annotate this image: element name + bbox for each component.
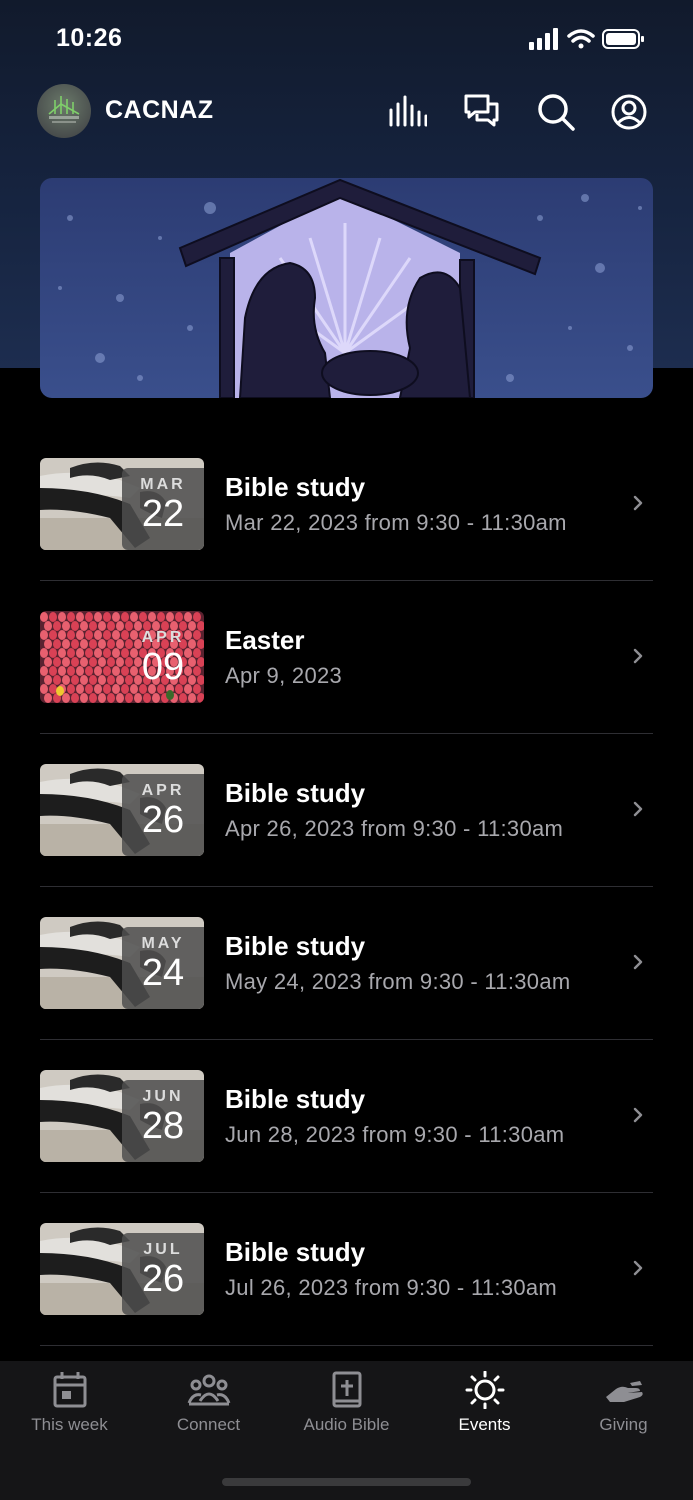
- event-title: Bible study: [225, 1237, 366, 1267]
- audio-levels-icon[interactable]: [387, 92, 427, 132]
- events-list: MAR 22 Bible study Mar 22, 2023 from 9:30 -…: [40, 428, 653, 1346]
- tab-label: Giving: [599, 1415, 648, 1434]
- tab-audio-bible[interactable]: Audio Bible: [277, 1371, 416, 1451]
- tab-this-week[interactable]: This week: [0, 1371, 139, 1451]
- event-day: 28: [141, 1105, 185, 1147]
- status-bar: 10:26: [0, 0, 693, 78]
- app-title: CACNAZ: [105, 96, 214, 124]
- event-thumbnail: MAR 22: [40, 458, 204, 550]
- event-row[interactable]: JUL 26 Bible study Jul 26, 2023 from 9:30 -…: [40, 1193, 653, 1346]
- chevron-right-icon: [633, 648, 643, 664]
- bible-icon: [332, 1371, 361, 1408]
- tab-label: This week: [31, 1415, 108, 1434]
- event-datetime: Jul 26, 2023 from 9:30 - 11:30am: [225, 1275, 558, 1300]
- event-date-badge: MAY 24: [122, 927, 204, 1009]
- event-month: APR: [141, 782, 185, 799]
- event-row[interactable]: APR 26 Bible study Apr 26, 2023 from 9:30 -…: [40, 734, 653, 887]
- event-row[interactable]: MAY 24 Bible study May 24, 2023 from 9:30 -…: [40, 887, 653, 1040]
- event-date-badge: MAR 22: [122, 468, 204, 550]
- tab-giving[interactable]: Giving: [554, 1371, 693, 1451]
- status-time: 10:26: [56, 24, 123, 52]
- event-day: 22: [141, 493, 185, 535]
- event-row[interactable]: JUN 28 Bible study Jun 28, 2023 from 9:30 -…: [40, 1040, 653, 1193]
- event-month: JUN: [142, 1088, 184, 1105]
- event-day: 26: [141, 1258, 185, 1300]
- chevron-right-icon: [633, 495, 643, 511]
- signal-icon: [529, 28, 558, 50]
- event-date-badge: APR 09: [122, 621, 204, 703]
- event-datetime: Jun 28, 2023 from 9:30 - 11:30am: [225, 1122, 565, 1147]
- event-datetime: May 24, 2023 from 9:30 - 11:30am: [225, 969, 571, 994]
- event-thumbnail: JUL 26: [40, 1223, 204, 1315]
- event-day: 24: [141, 952, 185, 994]
- giving-hand-icon: [605, 1381, 643, 1402]
- event-title: Easter: [225, 625, 305, 655]
- chevron-right-icon: [633, 1107, 643, 1123]
- messages-icon[interactable]: [462, 92, 502, 132]
- tab-connect[interactable]: Connect: [139, 1371, 278, 1451]
- event-datetime: Mar 22, 2023 from 9:30 - 11:30am: [225, 510, 567, 535]
- event-title: Bible study: [225, 778, 366, 808]
- nativity-illustration: [40, 178, 653, 398]
- wifi-icon: [567, 29, 595, 49]
- event-date-badge: APR 26: [122, 774, 204, 856]
- profile-icon[interactable]: [609, 92, 649, 132]
- tab-label: Events: [458, 1415, 511, 1434]
- battery-icon: [602, 29, 644, 49]
- event-date-badge: JUL 26: [122, 1233, 204, 1315]
- chevron-right-icon: [633, 954, 643, 970]
- event-row[interactable]: MAR 22 Bible study Mar 22, 2023 from 9:30 -…: [40, 428, 653, 581]
- event-date-badge: JUN 28: [122, 1080, 204, 1162]
- event-month: MAY: [141, 935, 185, 952]
- chevron-right-icon: [633, 1260, 643, 1276]
- event-month: MAR: [140, 476, 186, 493]
- event-day: 26: [141, 799, 185, 841]
- event-title: Bible study: [225, 931, 366, 961]
- event-thumbnail: JUN 28: [40, 1070, 204, 1162]
- event-title: Bible study: [225, 472, 366, 502]
- app-header: CACNAZ: [0, 80, 693, 142]
- status-icons: [529, 28, 644, 50]
- event-thumbnail: APR 09: [40, 611, 204, 703]
- event-month: JUL: [143, 1241, 183, 1258]
- tab-label: Connect: [176, 1415, 241, 1434]
- event-thumbnail: MAY 24: [40, 917, 204, 1009]
- sun-icon: [465, 1371, 504, 1409]
- event-datetime: Apr 9, 2023: [225, 663, 343, 688]
- event-row[interactable]: APR 09 Easter Apr 9, 2023: [40, 581, 653, 734]
- search-icon[interactable]: [536, 92, 576, 132]
- church-logo-icon: [48, 96, 80, 123]
- event-title: Bible study: [225, 1084, 366, 1114]
- people-icon: [187, 1374, 230, 1406]
- event-day: 09: [141, 646, 185, 688]
- calendar-icon: [53, 1372, 86, 1408]
- event-thumbnail: APR 26: [40, 764, 204, 856]
- event-datetime: Apr 26, 2023 from 9:30 - 11:30am: [225, 816, 564, 841]
- home-indicator: [222, 1478, 471, 1486]
- tab-events[interactable]: Events: [415, 1371, 554, 1451]
- tab-label: Audio Bible: [303, 1415, 390, 1434]
- featured-banner[interactable]: [40, 178, 653, 398]
- church-logo-avatar[interactable]: [37, 84, 91, 138]
- event-month: APR: [141, 629, 185, 646]
- chevron-right-icon: [633, 801, 643, 817]
